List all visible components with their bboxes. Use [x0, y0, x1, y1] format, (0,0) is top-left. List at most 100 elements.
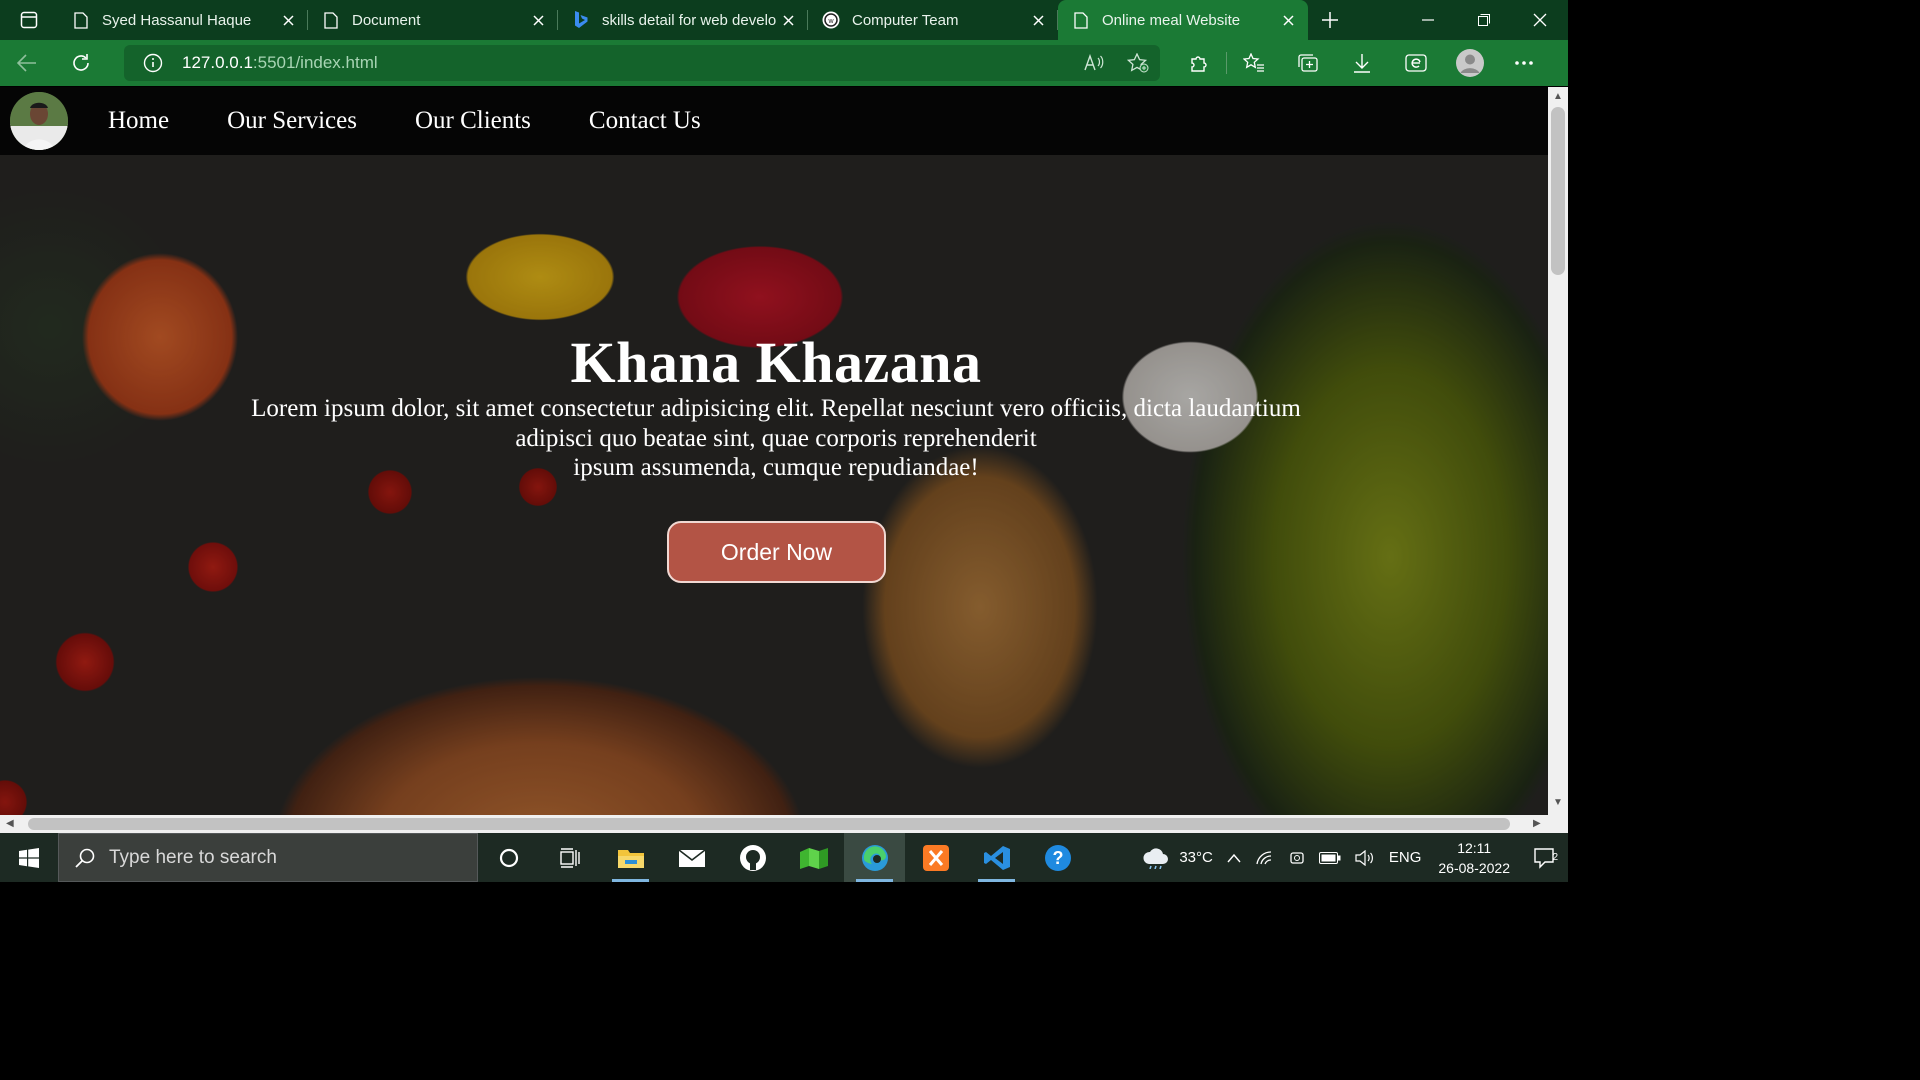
speaker-icon [1355, 849, 1373, 866]
cloud-rain-icon [1143, 847, 1169, 869]
wifi-icon [1256, 850, 1271, 864]
search-icon [75, 848, 95, 868]
weather-widget[interactable]: 33°C [1134, 847, 1220, 869]
browser-tab-strip: Syed Hassanul Haque Document skills deta… [0, 0, 1568, 40]
nav-link-contact[interactable]: Contact Us [589, 107, 701, 135]
close-window-button[interactable] [1512, 0, 1568, 40]
new-tab-button[interactable] [1308, 0, 1352, 40]
site-navbar: Home Our Services Our Clients Contact Us [0, 87, 1548, 155]
profile-button[interactable] [1443, 40, 1497, 86]
mail-icon [678, 848, 705, 867]
refresh-icon [73, 54, 89, 71]
hero-description-line: ipsum assumenda, cumque repudiandae! [573, 454, 979, 481]
language-indicator[interactable]: ENG [1382, 849, 1429, 866]
volume-button[interactable] [1348, 849, 1382, 866]
svg-text:w: w [827, 18, 834, 25]
nav-link-clients[interactable]: Our Clients [415, 107, 531, 135]
address-bar[interactable]: 127.0.0.1:5501/index.html [124, 45, 1160, 81]
browser-tab[interactable]: Syed Hassanul Haque [58, 0, 308, 40]
downloads-button[interactable] [1335, 40, 1389, 86]
refresh-button[interactable] [54, 40, 108, 86]
meet-now-button[interactable] [1282, 849, 1312, 867]
back-button[interactable] [0, 40, 54, 86]
browser-tab[interactable]: skills detail for web develo [558, 0, 808, 40]
clock-date: 26-08-2022 [1438, 859, 1510, 876]
nav-link-services[interactable]: Our Services [227, 107, 357, 135]
page-icon [1072, 11, 1090, 29]
github-app[interactable] [722, 833, 783, 882]
profile-photo[interactable] [10, 92, 68, 150]
help-app[interactable]: ? [1027, 833, 1088, 882]
add-favorite-button[interactable] [1116, 53, 1160, 73]
vscode-app[interactable] [966, 833, 1027, 882]
performance-button[interactable] [1389, 40, 1443, 86]
clock-time: 12:11 [1457, 839, 1492, 856]
tab-title: skills detail for web develo [602, 11, 777, 29]
read-aloud-icon [1084, 54, 1104, 71]
windows-logo-icon [19, 847, 39, 868]
site-info-icon[interactable] [124, 53, 182, 73]
tab-actions-button[interactable] [0, 0, 58, 40]
close-icon[interactable] [528, 10, 548, 30]
edge-browser-app[interactable] [844, 833, 905, 882]
minimize-button[interactable] [1400, 0, 1456, 40]
cloudfront-icon: w [822, 11, 840, 29]
scroll-left-icon[interactable]: ◀ [6, 818, 14, 829]
cortana-icon [499, 848, 518, 867]
close-icon[interactable] [1028, 10, 1048, 30]
scroll-right-icon[interactable]: ▶ [1533, 818, 1541, 829]
close-icon[interactable] [1278, 10, 1298, 30]
profile-avatar-icon [1456, 49, 1484, 77]
mail-app[interactable] [661, 833, 722, 882]
vertical-scroll-thumb[interactable] [1551, 107, 1565, 275]
favorites-button[interactable] [1227, 40, 1281, 86]
battery-button[interactable] [1312, 851, 1348, 864]
show-hidden-icons-button[interactable] [1220, 853, 1248, 863]
browser-tab[interactable]: w Computer Team [808, 0, 1058, 40]
notification-count: 2 [1552, 851, 1558, 863]
browser-tab[interactable]: Document [308, 0, 558, 40]
window-controls [1400, 0, 1568, 40]
minecraft-app[interactable] [783, 833, 844, 882]
system-tray: 33°C ENG 12:11 26-08-2022 2 [1134, 833, 1568, 882]
horizontal-scroll-thumb[interactable] [28, 818, 1510, 830]
file-explorer-app[interactable] [600, 833, 661, 882]
hero-section: Khana Khazana Lorem ipsum dolor, sit ame… [0, 87, 1548, 815]
cortana-button[interactable] [478, 833, 539, 882]
browser-tab-active[interactable]: Online meal Website [1058, 0, 1308, 40]
restore-button[interactable] [1456, 0, 1512, 40]
minimize-icon [1422, 19, 1434, 21]
collections-button[interactable] [1281, 40, 1335, 86]
nav-link-home[interactable]: Home [108, 107, 169, 135]
horizontal-scrollbar[interactable]: ◀ ▶ [0, 815, 1548, 833]
clock[interactable]: 12:11 26-08-2022 [1428, 838, 1520, 878]
close-icon[interactable] [778, 10, 798, 30]
tab-title: Syed Hassanul Haque [102, 11, 252, 29]
start-button[interactable] [0, 833, 58, 882]
xampp-app[interactable] [905, 833, 966, 882]
vertical-scrollbar[interactable]: ▲ ▼ [1548, 87, 1568, 815]
notification-center-button[interactable]: 2 [1520, 847, 1568, 869]
taskbar-search-input[interactable]: Type here to search [58, 833, 478, 882]
hero-description: Lorem ipsum dolor, sit amet consectetur … [230, 394, 1322, 483]
order-now-button[interactable]: Order Now [667, 521, 886, 583]
extensions-button[interactable] [1172, 40, 1226, 86]
url-text[interactable]: 127.0.0.1:5501/index.html [182, 53, 378, 73]
bing-icon [572, 11, 590, 29]
back-arrow-icon [17, 54, 36, 72]
settings-menu-button[interactable] [1497, 40, 1551, 86]
camera-icon [1290, 851, 1304, 864]
wifi-button[interactable] [1248, 850, 1282, 866]
read-aloud-button[interactable] [1072, 53, 1116, 73]
collections-icon [1298, 54, 1318, 72]
scroll-up-icon[interactable]: ▲ [1553, 91, 1563, 102]
tab-title: Document [352, 11, 421, 29]
edge-bar-icon [1405, 54, 1427, 72]
close-icon[interactable] [278, 10, 298, 30]
chevron-up-icon [1227, 853, 1241, 862]
browser-toolbar: 127.0.0.1:5501/index.html [0, 40, 1568, 86]
hero-description-line: adipisci quo beatae sint, quae corporis … [515, 424, 1037, 452]
task-view-button[interactable] [539, 833, 600, 882]
github-icon [739, 844, 766, 871]
scroll-down-icon[interactable]: ▼ [1553, 797, 1563, 808]
